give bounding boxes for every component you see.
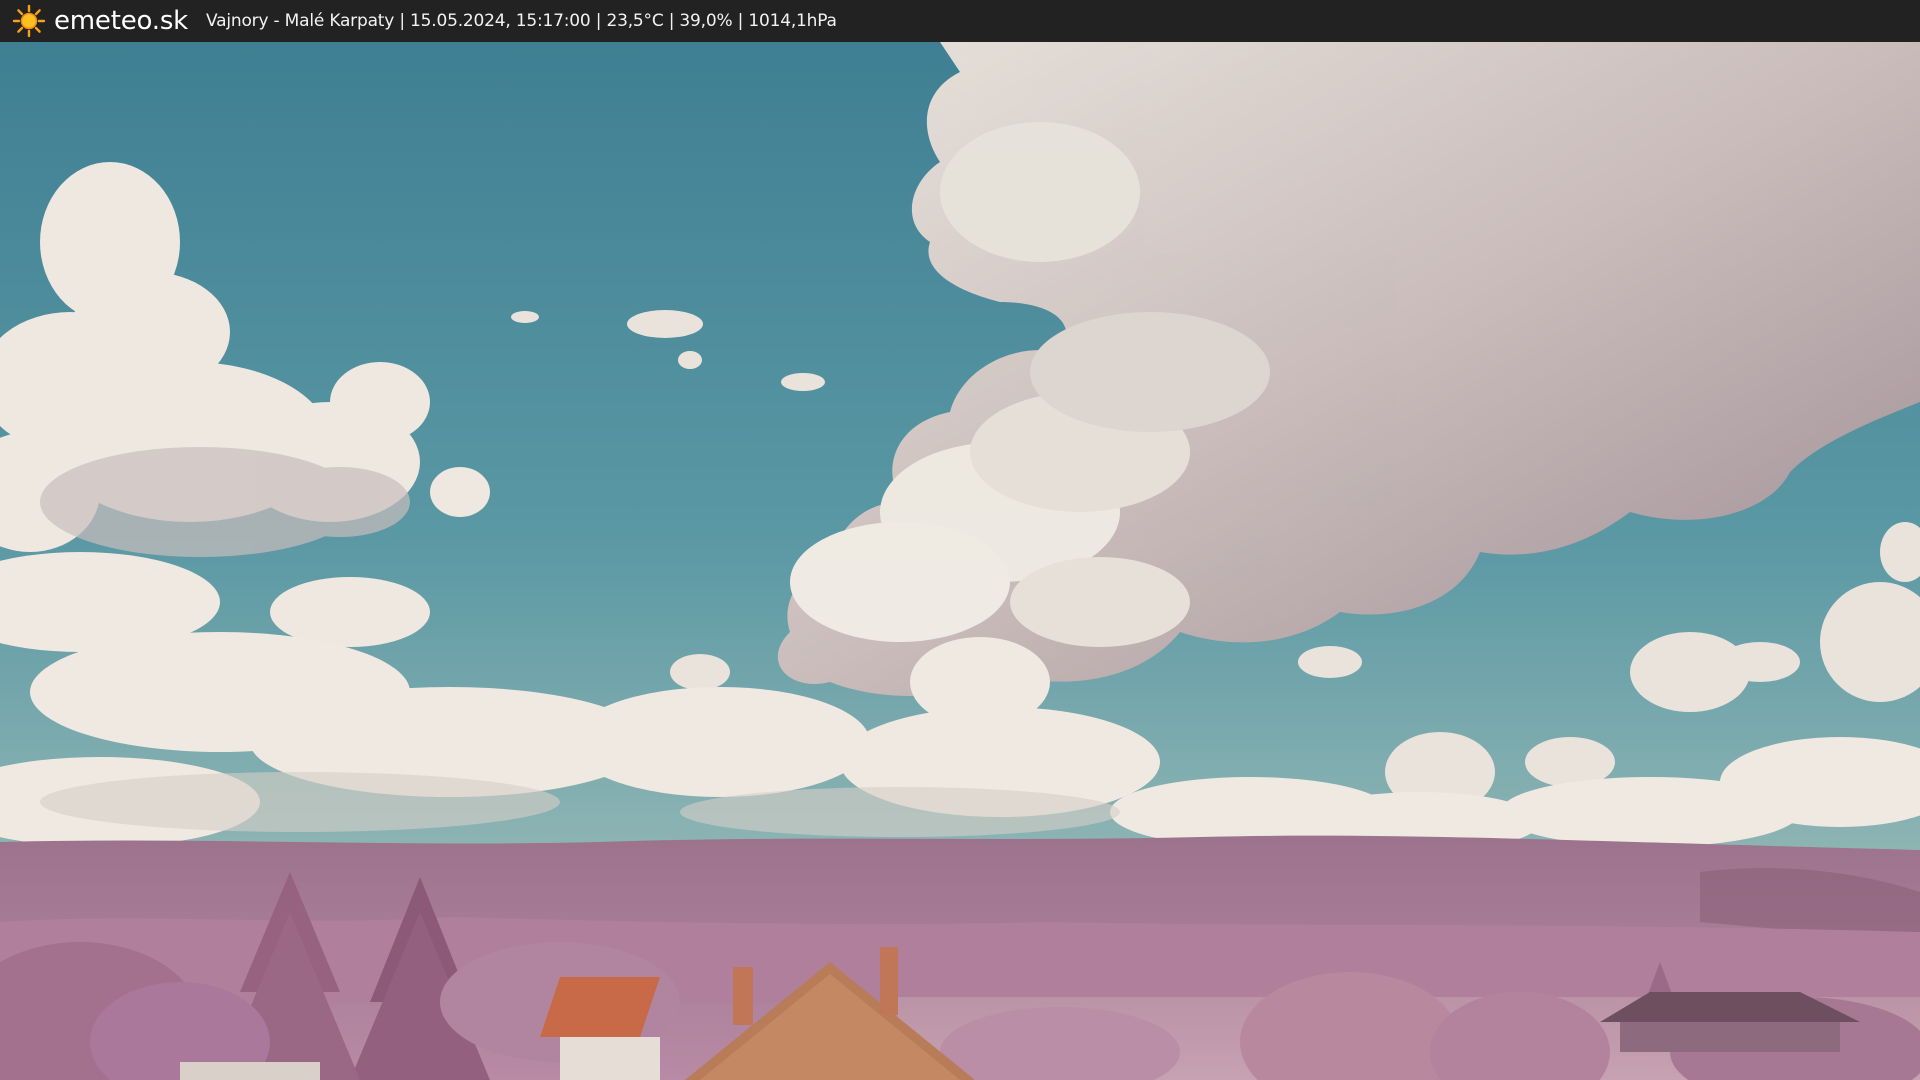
logo[interactable]: emeteo.sk	[12, 4, 188, 38]
webcam-image	[0, 42, 1920, 1080]
webcam-frame: emeteo.sk Vajnory - Malé Karpaty | 15.05…	[0, 0, 1920, 1080]
sun-icon	[12, 4, 46, 38]
station-caption: Vajnory - Malé Karpaty | 15.05.2024, 15:…	[206, 11, 837, 31]
brand-name: emeteo.sk	[54, 6, 189, 36]
top-bar: emeteo.sk Vajnory - Malé Karpaty | 15.05…	[0, 0, 1920, 42]
